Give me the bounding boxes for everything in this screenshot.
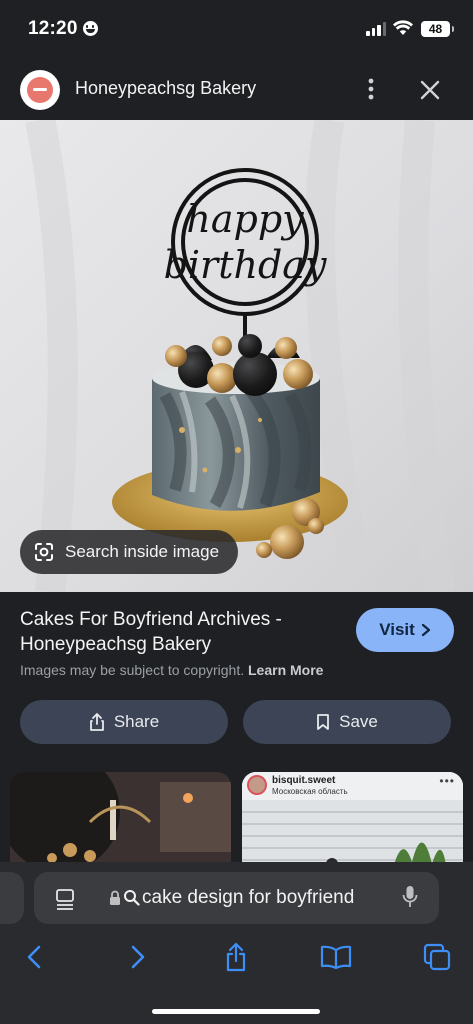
chevron-right-icon (131, 945, 145, 969)
more-vert-icon[interactable] (360, 74, 382, 104)
share-icon (226, 942, 246, 972)
address-bar[interactable]: cake design for boyfriend (34, 872, 439, 924)
status-bar: 12:20 48 (0, 0, 473, 60)
bookmarks-button[interactable] (316, 940, 356, 974)
wifi-icon (393, 20, 413, 35)
page-menu-icon[interactable] (54, 888, 76, 910)
main-image[interactable]: happy birthday (0, 120, 473, 592)
previous-tab-preview[interactable] (0, 872, 24, 924)
related-location: Московская область (272, 787, 348, 796)
related-username: bisquit.sweet (272, 775, 336, 786)
visit-label: Visit (379, 620, 415, 639)
url-text: cake design for boyfriend (142, 887, 355, 908)
save-label: Save (339, 712, 378, 731)
microphone-icon[interactable] (402, 885, 418, 909)
site-name[interactable]: Honeypeachsg Bakery (75, 78, 256, 99)
related-image-2[interactable]: bisquit.sweet Московская область ••• (242, 772, 463, 872)
more-horiz-icon: ••• (439, 774, 455, 788)
save-button[interactable]: Save (243, 700, 451, 744)
smiley-icon (83, 21, 98, 36)
source-header: Honeypeachsg Bakery (0, 62, 473, 118)
bookmark-icon (317, 714, 330, 730)
related-image-1[interactable] (10, 772, 231, 872)
copyright-notice: Images may be subject to copyright. Lear… (20, 662, 323, 678)
google-lens-icon (35, 543, 53, 561)
cellular-signal-icon (366, 22, 386, 36)
topper-text-birthday: birthday (164, 243, 327, 287)
avatar (247, 775, 267, 795)
tabs-button[interactable] (417, 940, 457, 974)
learn-more-link[interactable]: Learn More (248, 662, 323, 678)
home-indicator[interactable] (152, 1009, 320, 1014)
search-inside-label: Search inside image (65, 542, 220, 561)
forward-button[interactable] (118, 940, 158, 974)
lock-icon (110, 890, 120, 905)
battery-indicator: 48 (421, 21, 454, 37)
site-logo[interactable] (20, 70, 60, 110)
tabs-icon (423, 943, 451, 971)
back-button[interactable] (14, 940, 54, 974)
status-time: 12:20 (28, 18, 78, 39)
chevron-right-icon (421, 623, 430, 637)
result-title[interactable]: Cakes For Boyfriend Archives - Honeypeac… (20, 607, 340, 657)
visit-button[interactable]: Visit (356, 608, 454, 652)
share-page-button[interactable] (216, 940, 256, 974)
related-photo-1 (10, 772, 231, 872)
share-button[interactable]: Share (20, 700, 228, 744)
share-icon (89, 713, 104, 731)
search-inside-image-button[interactable]: Search inside image (20, 530, 238, 574)
search-icon (124, 890, 140, 906)
close-icon[interactable] (416, 76, 444, 104)
book-icon (320, 945, 352, 969)
topper-text-happy: happy (186, 197, 304, 241)
chevron-left-icon (27, 945, 41, 969)
copyright-text: Images may be subject to copyright. (20, 662, 245, 678)
cake-photo: happy birthday (0, 120, 473, 592)
share-label: Share (113, 712, 160, 731)
